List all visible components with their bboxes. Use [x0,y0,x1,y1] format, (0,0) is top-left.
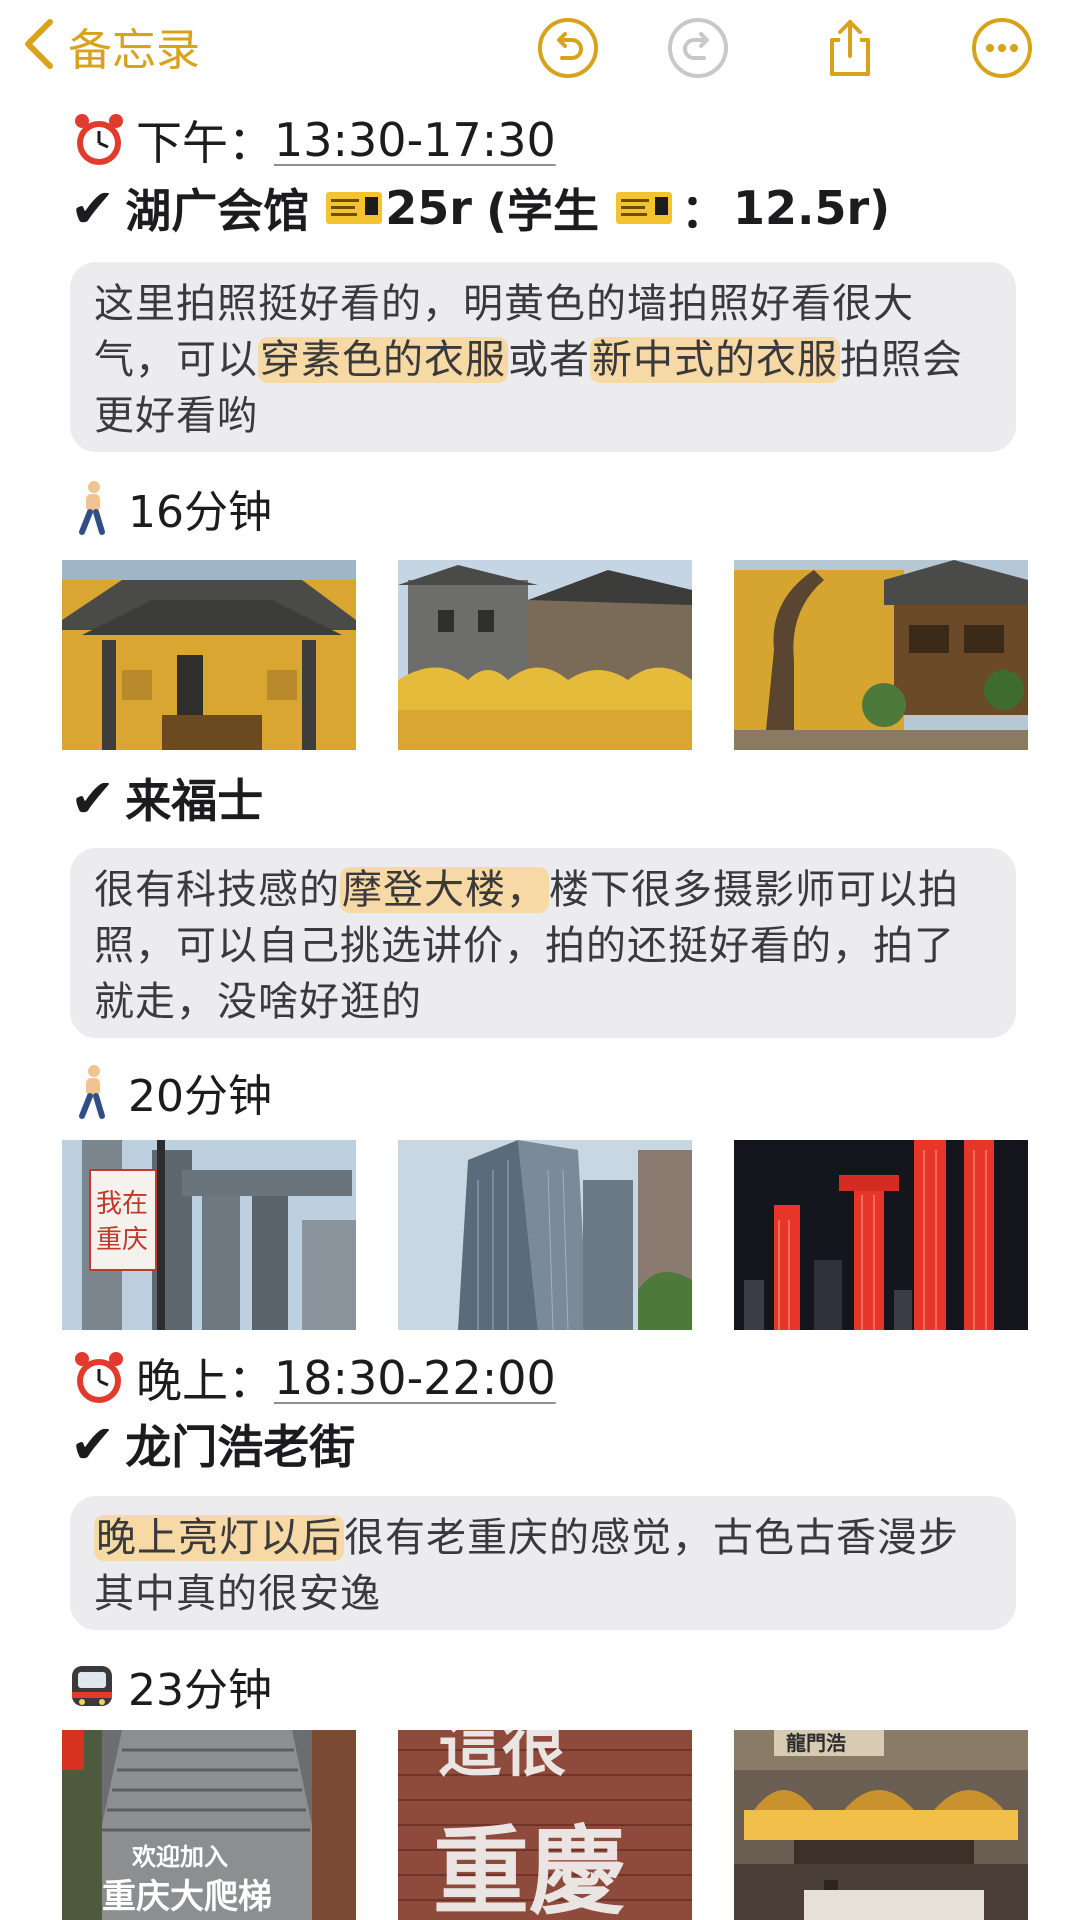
photo-row-longmenhao: 欢迎加入 重庆大爬梯 這很 重慶 龍門浩 [62,1730,1028,1920]
alarm-clock-icon [75,114,123,165]
highlight-text: 新中式的衣服 [590,337,840,383]
walking-person-icon [79,481,105,535]
evening-label: 晚上： [136,1354,274,1408]
photo-longmenhao-gate[interactable]: 龍門浩 [734,1730,1028,1920]
metro-duration-text: 23分钟 [128,1665,272,1716]
walking-person-icon [79,1065,105,1119]
redo-button[interactable] [666,16,730,80]
stair-text: 欢迎加入 [131,1843,228,1871]
share-icon [830,20,870,76]
highlight-text: 摩登大楼， [340,867,549,913]
gate-sign: 龍門浩 [786,1731,846,1755]
student-price: 12.5r) [732,181,891,235]
evening-time-line: 晚上： 18:30-22:00 [70,1346,556,1410]
back-button[interactable]: 备忘录 [20,14,200,78]
highlight-text: 穿素色的衣服 [258,337,508,383]
photo-longmenhao-wall[interactable]: 這很 重慶 [398,1730,692,1920]
photo-huguang-courtyard[interactable] [734,560,1028,750]
more-icon [972,18,1032,78]
spot-name: 来福士 [125,774,264,828]
highlight-text: 晚上亮灯以后 [94,1515,344,1561]
svg-text:這很: 這很 [438,1730,566,1786]
note-card-longmenhao: 晚上亮灯以后很有老重庆的感觉，古色古香漫步其中真的很安逸 [70,1496,1016,1630]
checkmark-icon: ✔ [70,1412,116,1476]
student-price-colon: ： [680,184,727,238]
metro-duration: 23分钟 [70,1656,272,1716]
wall-text: 重慶 [433,1816,625,1920]
alarm-clock-icon [75,1352,123,1403]
spot-name: 湖广会馆 [125,184,310,238]
svg-text:重庆: 重庆 [96,1225,148,1255]
afternoon-time: 13:30-17:30 [274,113,556,167]
student-price-open: (学生 [485,184,599,238]
redo-icon [668,18,728,78]
metro-train-icon [72,1666,112,1706]
checkmark-icon: ✔ [70,176,116,240]
sign-text: 我在 [96,1189,148,1219]
share-button[interactable] [818,16,882,80]
photo-raffles-night[interactable] [734,1140,1028,1330]
note-card-raffles: 很有科技感的摩登大楼，楼下很多摄影师可以拍照，可以自己挑选讲价，拍的还挺好看的，… [70,848,1016,1038]
navigation-bar: 备忘录 [0,0,1080,100]
spot-name: 龙门浩老街 [125,1420,356,1474]
spot-title-raffles: ✔ 来福士 [70,766,263,830]
photo-longmenhao-stairs[interactable]: 欢迎加入 重庆大爬梯 [62,1730,356,1920]
photo-huguang-yellow-wall[interactable] [398,560,692,750]
ticket-icon [325,191,383,225]
photo-row-huguang [62,560,1028,750]
undo-icon [538,18,598,78]
checkmark-icon: ✔ [70,766,116,830]
photo-row-raffles: 我在 重庆 [62,1140,1028,1330]
more-button[interactable] [970,16,1034,80]
note-card-huguang: 这里拍照挺好看的，明黄色的墙拍照好看很大气，可以穿素色的衣服或者新中式的衣服拍照… [70,262,1016,452]
note-text: 很有科技感的 [94,867,340,913]
ticket-price: 25r [385,181,472,235]
spot-title-longmenhao: ✔ 龙门浩老街 [70,1412,355,1476]
back-label: 备忘录 [68,25,200,76]
walk-duration-1: 16分钟 [70,478,272,538]
photo-raffles-towers[interactable] [398,1140,692,1330]
evening-time: 18:30-22:00 [274,1351,556,1405]
spot-title-huguang: ✔ 湖广会馆 25r (学生 ： 12.5r) [70,176,890,240]
ticket-icon [615,191,673,225]
walk-duration-2: 20分钟 [70,1062,272,1122]
afternoon-label: 下午： [136,116,274,170]
photo-huguang-facade[interactable] [62,560,356,750]
note-text: 或者 [508,337,590,383]
walk-duration: 20分钟 [128,1071,272,1122]
undo-button[interactable] [536,16,600,80]
photo-raffles-sign[interactable]: 我在 重庆 [62,1140,356,1330]
stair-text: 重庆大爬梯 [102,1877,272,1917]
afternoon-time-line: 下午： 13:30-17:30 [70,108,556,172]
chevron-left-icon [20,16,56,76]
walk-duration: 16分钟 [128,487,272,538]
